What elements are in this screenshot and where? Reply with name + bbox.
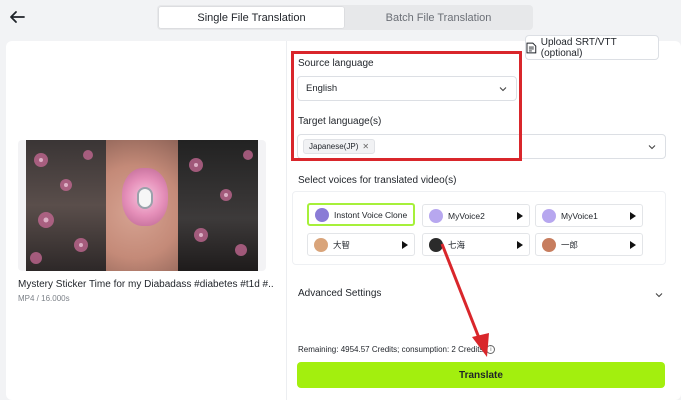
voice-myvoice2[interactable]: MyVoice2: [422, 204, 530, 227]
person-avatar-icon: [542, 237, 556, 252]
arrow-left-icon[interactable]: [8, 8, 26, 26]
voice-name: 大智: [333, 239, 351, 250]
robot-avatar-icon: [429, 208, 443, 223]
chevron-down-icon: [499, 86, 507, 91]
person-avatar-icon: [314, 237, 328, 252]
tab-single-file-translation[interactable]: Single File Translation: [158, 6, 345, 29]
person-avatar-icon: [429, 237, 443, 252]
source-language-select[interactable]: English: [297, 76, 517, 101]
play-icon[interactable]: [630, 211, 636, 220]
voice-name: 七海: [448, 239, 466, 250]
video-thumbnail: [26, 140, 258, 271]
credits-text: Remaining: 4954.57 Credits; consumption:…: [298, 345, 484, 354]
target-language-chip: Japanese(JP) ✕: [303, 139, 376, 154]
upload-srt-vtt-label: Upload SRT/VTT (optional): [540, 36, 617, 59]
source-language-value: English: [306, 83, 338, 94]
voice-name: 一郎: [561, 239, 579, 250]
column-divider: [286, 41, 287, 400]
target-language-label: Target language(s): [298, 116, 382, 127]
upload-srt-vtt-button[interactable]: Upload SRT/VTT (optional): [525, 35, 659, 60]
video-title: Mystery Sticker Time for my Diabadass #d…: [18, 279, 273, 290]
robot-avatar-icon: [542, 208, 556, 223]
video-preview[interactable]: [18, 140, 266, 271]
play-icon[interactable]: [402, 240, 408, 249]
voice-name: Instont Voice Clone: [334, 209, 408, 220]
tab-batch-file-translation[interactable]: Batch File Translation: [345, 6, 532, 29]
document-icon: [526, 42, 537, 53]
source-language-label: Source language: [298, 58, 374, 69]
voice-ichiro[interactable]: 一郎: [535, 233, 643, 256]
credits-info: Remaining: 4954.57 Credits; consumption:…: [298, 345, 496, 354]
voice-list: Instont Voice Clone MyVoice2 MyVoice1 大智…: [292, 191, 666, 265]
translate-button[interactable]: Translate: [297, 362, 665, 388]
robot-avatar-icon: [315, 207, 329, 222]
chip-remove-icon[interactable]: ✕: [362, 142, 369, 151]
voice-instant-voice-clone[interactable]: Instont Voice Clone: [307, 203, 415, 226]
voice-myvoice1[interactable]: MyVoice1: [535, 204, 643, 227]
voice-name: MyVoice1: [561, 210, 598, 221]
chevron-down-icon[interactable]: [654, 290, 664, 300]
sensor-image: [137, 187, 153, 209]
translation-mode-tabs: Single File Translation Batch File Trans…: [157, 5, 533, 30]
voices-label: Select voices for translated video(s): [298, 175, 457, 186]
voice-nanami[interactable]: 七海: [422, 233, 530, 256]
play-icon[interactable]: [517, 211, 523, 220]
target-language-select[interactable]: Japanese(JP) ✕: [297, 134, 666, 159]
play-icon[interactable]: [517, 240, 523, 249]
info-icon[interactable]: i: [486, 345, 496, 354]
voice-daichi[interactable]: 大智: [307, 233, 415, 256]
target-language-chip-label: Japanese(JP): [309, 142, 359, 151]
chevron-down-icon: [648, 144, 656, 149]
play-icon[interactable]: [630, 240, 636, 249]
voice-name: MyVoice2: [448, 210, 485, 221]
video-meta: MP4 / 16.000s: [18, 294, 70, 303]
advanced-settings-toggle[interactable]: Advanced Settings: [298, 288, 381, 299]
